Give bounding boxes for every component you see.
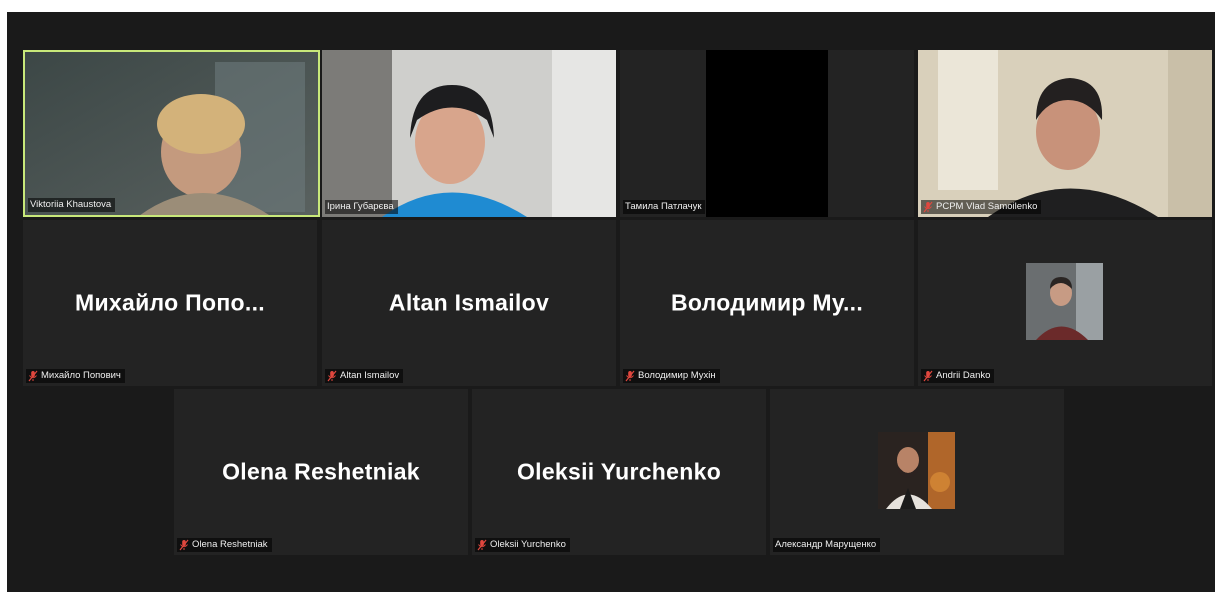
participant-name-label: Andrii Danko — [921, 369, 995, 383]
participant-display-name: Михайло Попо... — [75, 289, 265, 316]
avatar — [1026, 263, 1103, 340]
participant-tile-vlad-samoilenko[interactable]: PCPM Vlad Samoilenko — [918, 50, 1212, 217]
microphone-muted-icon — [923, 370, 933, 382]
profile-photo — [1026, 263, 1103, 340]
participant-display-name: Olena Reshetniak — [222, 458, 420, 485]
video-feed — [322, 50, 616, 217]
avatar — [878, 432, 955, 509]
participant-tile-altan-ismailov[interactable]: Altan Ismailov Altan Ismailov — [322, 220, 616, 386]
participant-display-name: Oleksii Yurchenko — [516, 458, 722, 485]
participant-tile-iryna-hubarieva[interactable]: Ірина Губарєва — [322, 50, 616, 217]
participant-name-label: Viktoriia Khaustova — [28, 198, 116, 212]
participant-name-label: PCPM Vlad Samoilenko — [921, 200, 1042, 214]
participant-name-label: Oleksii Yurchenko — [475, 538, 570, 552]
microphone-muted-icon — [179, 539, 189, 551]
microphone-muted-icon — [923, 201, 933, 213]
participant-display-name: Altan Ismailov — [388, 289, 550, 316]
video-feed — [25, 52, 318, 215]
microphone-muted-icon — [327, 370, 337, 382]
microphone-muted-icon — [625, 370, 635, 382]
participant-name-label: Володимир Мухін — [623, 369, 720, 383]
participant-name-label: Ірина Губарєва — [325, 200, 398, 214]
participant-name-label: Altan Ismailov — [325, 369, 404, 383]
participant-tile-viktoriia-khaustova[interactable]: Viktoriia Khaustova — [23, 50, 320, 217]
participant-tile-andrii-danko[interactable]: Andrii Danko — [918, 220, 1212, 386]
participant-name-label: Olena Reshetniak — [177, 538, 272, 552]
microphone-muted-icon — [28, 370, 38, 382]
video-feed — [918, 50, 1212, 217]
meeting-window: Viktoriia Khaustova Ірина Губарєва Тамил… — [7, 12, 1215, 592]
participant-name-label: Михайло Попович — [26, 369, 125, 383]
participant-tile-mykhailo-popovych[interactable]: Михайло Попо... Михайло Попович — [23, 220, 317, 386]
video-feed — [706, 50, 828, 217]
participant-name-label: Тамила Патлачук — [623, 200, 706, 214]
participant-tile-oleksandr-marushchenko[interactable]: Александр Марущенко — [770, 389, 1064, 555]
participant-display-name: Володимир Му... — [670, 289, 864, 316]
microphone-muted-icon — [477, 539, 487, 551]
participant-name-label: Александр Марущенко — [773, 538, 881, 552]
participant-tile-olena-reshetniak[interactable]: Olena Reshetniak Olena Reshetniak — [174, 389, 468, 555]
participant-tile-oleksii-yurchenko[interactable]: Oleksii Yurchenko Oleksii Yurchenko — [472, 389, 766, 555]
profile-photo — [878, 432, 955, 509]
participant-tile-tamila-patlachuk[interactable]: Тамила Патлачук — [620, 50, 914, 217]
participant-tile-volodymyr-mukhin[interactable]: Володимир Му... Володимир Мухін — [620, 220, 914, 386]
